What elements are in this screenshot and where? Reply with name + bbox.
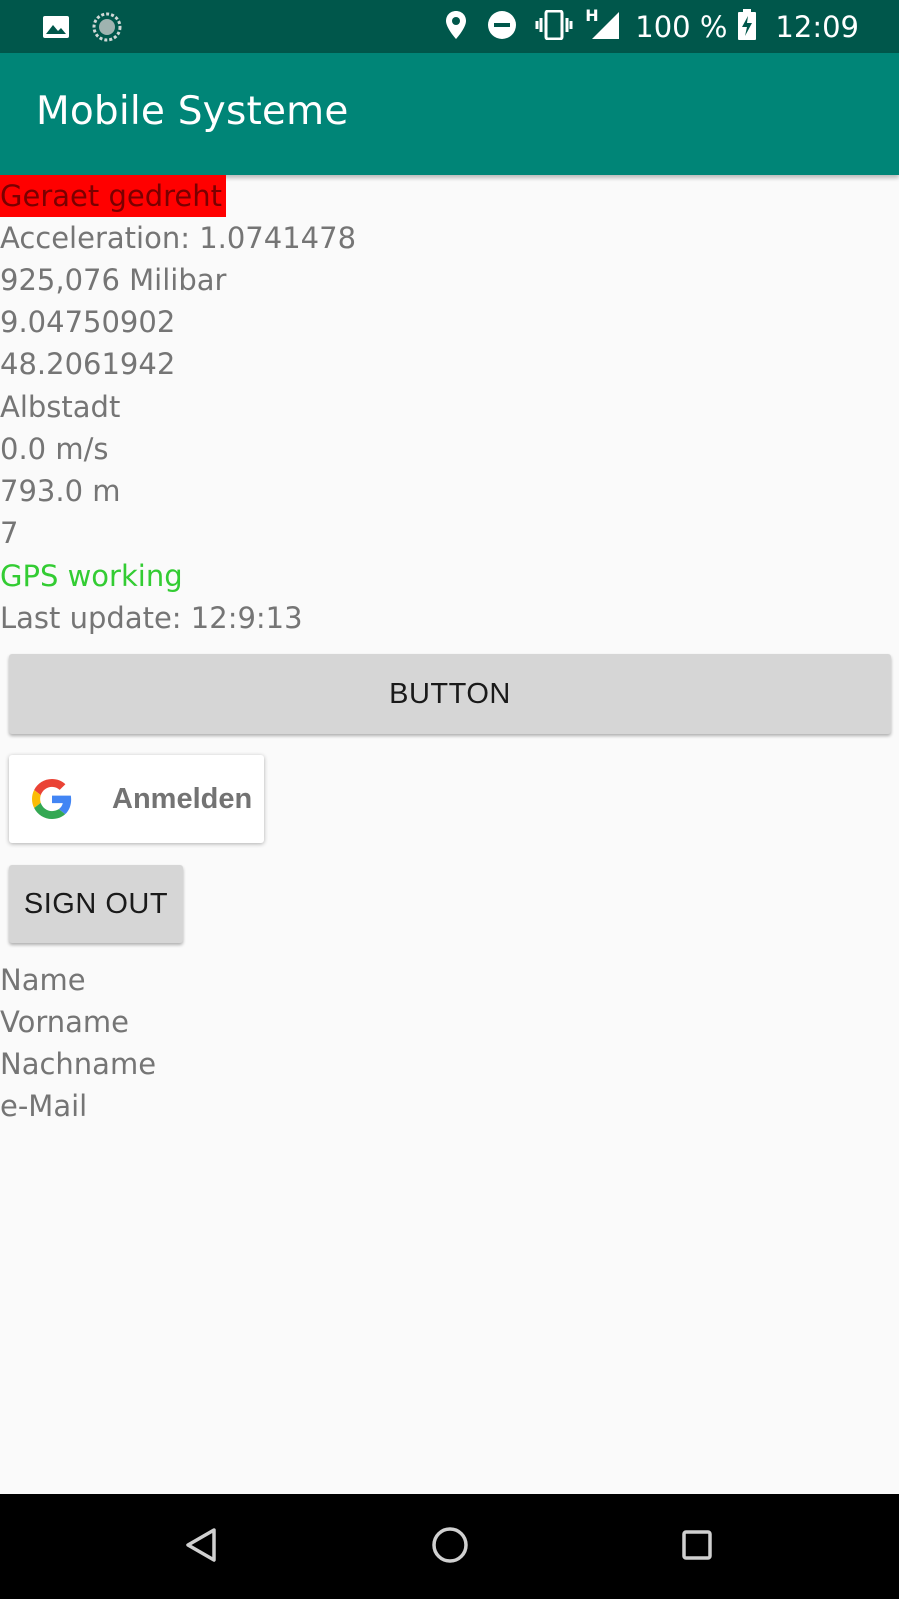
last-update: Last update: 12:9:13 xyxy=(0,601,303,635)
app-bar: Mobile Systeme xyxy=(0,53,899,175)
back-button[interactable] xyxy=(141,1494,261,1599)
recents-button[interactable] xyxy=(637,1494,757,1599)
orientation-status: Geraet gedreht xyxy=(0,175,226,217)
gps-status: GPS working xyxy=(0,559,183,593)
status-clock: 12:09 xyxy=(775,9,859,44)
sign-out-button[interactable]: SIGN OUT xyxy=(9,865,183,943)
altitude-value: 793.0 m xyxy=(0,474,121,508)
google-logo-icon xyxy=(32,779,72,823)
sync-circle-icon xyxy=(92,12,122,46)
pressure-value: 925,076 Milibar xyxy=(0,263,227,297)
profile-email: e-Mail xyxy=(0,1089,88,1123)
app-title: Mobile Systeme xyxy=(36,89,349,134)
recents-icon xyxy=(681,1529,713,1565)
location-icon xyxy=(445,10,467,44)
do-not-disturb-icon xyxy=(487,10,517,44)
city-value: Albstadt xyxy=(0,390,121,424)
profile-name: Name xyxy=(0,963,86,997)
google-sign-in-button[interactable]: Anmelden xyxy=(9,755,264,843)
profile-last-name: Nachname xyxy=(0,1047,157,1081)
latitude-value: 48.2061942 xyxy=(0,347,176,381)
signal-h-icon: H xyxy=(585,6,621,44)
acceleration-value: Acceleration: 1.0741478 xyxy=(0,221,357,255)
battery-percent: 100 % xyxy=(635,9,728,44)
vibrate-icon xyxy=(535,9,573,44)
network-type-label: H xyxy=(585,5,599,25)
back-icon xyxy=(184,1527,218,1567)
battery-charging-icon xyxy=(737,8,757,45)
main-button[interactable]: BUTTON xyxy=(9,654,891,734)
profile-first-name: Vorname xyxy=(0,1005,129,1039)
navigation-bar xyxy=(0,1494,899,1599)
satellites-value: 7 xyxy=(0,516,19,550)
image-icon xyxy=(42,15,70,43)
home-icon xyxy=(431,1526,469,1568)
longitude-value: 9.04750902 xyxy=(0,305,176,339)
home-button[interactable] xyxy=(390,1494,510,1599)
status-bar: H 100 % 12:09 xyxy=(0,0,899,53)
speed-value: 0.0 m/s xyxy=(0,432,109,466)
google-sign-in-label: Anmelden xyxy=(112,783,253,815)
